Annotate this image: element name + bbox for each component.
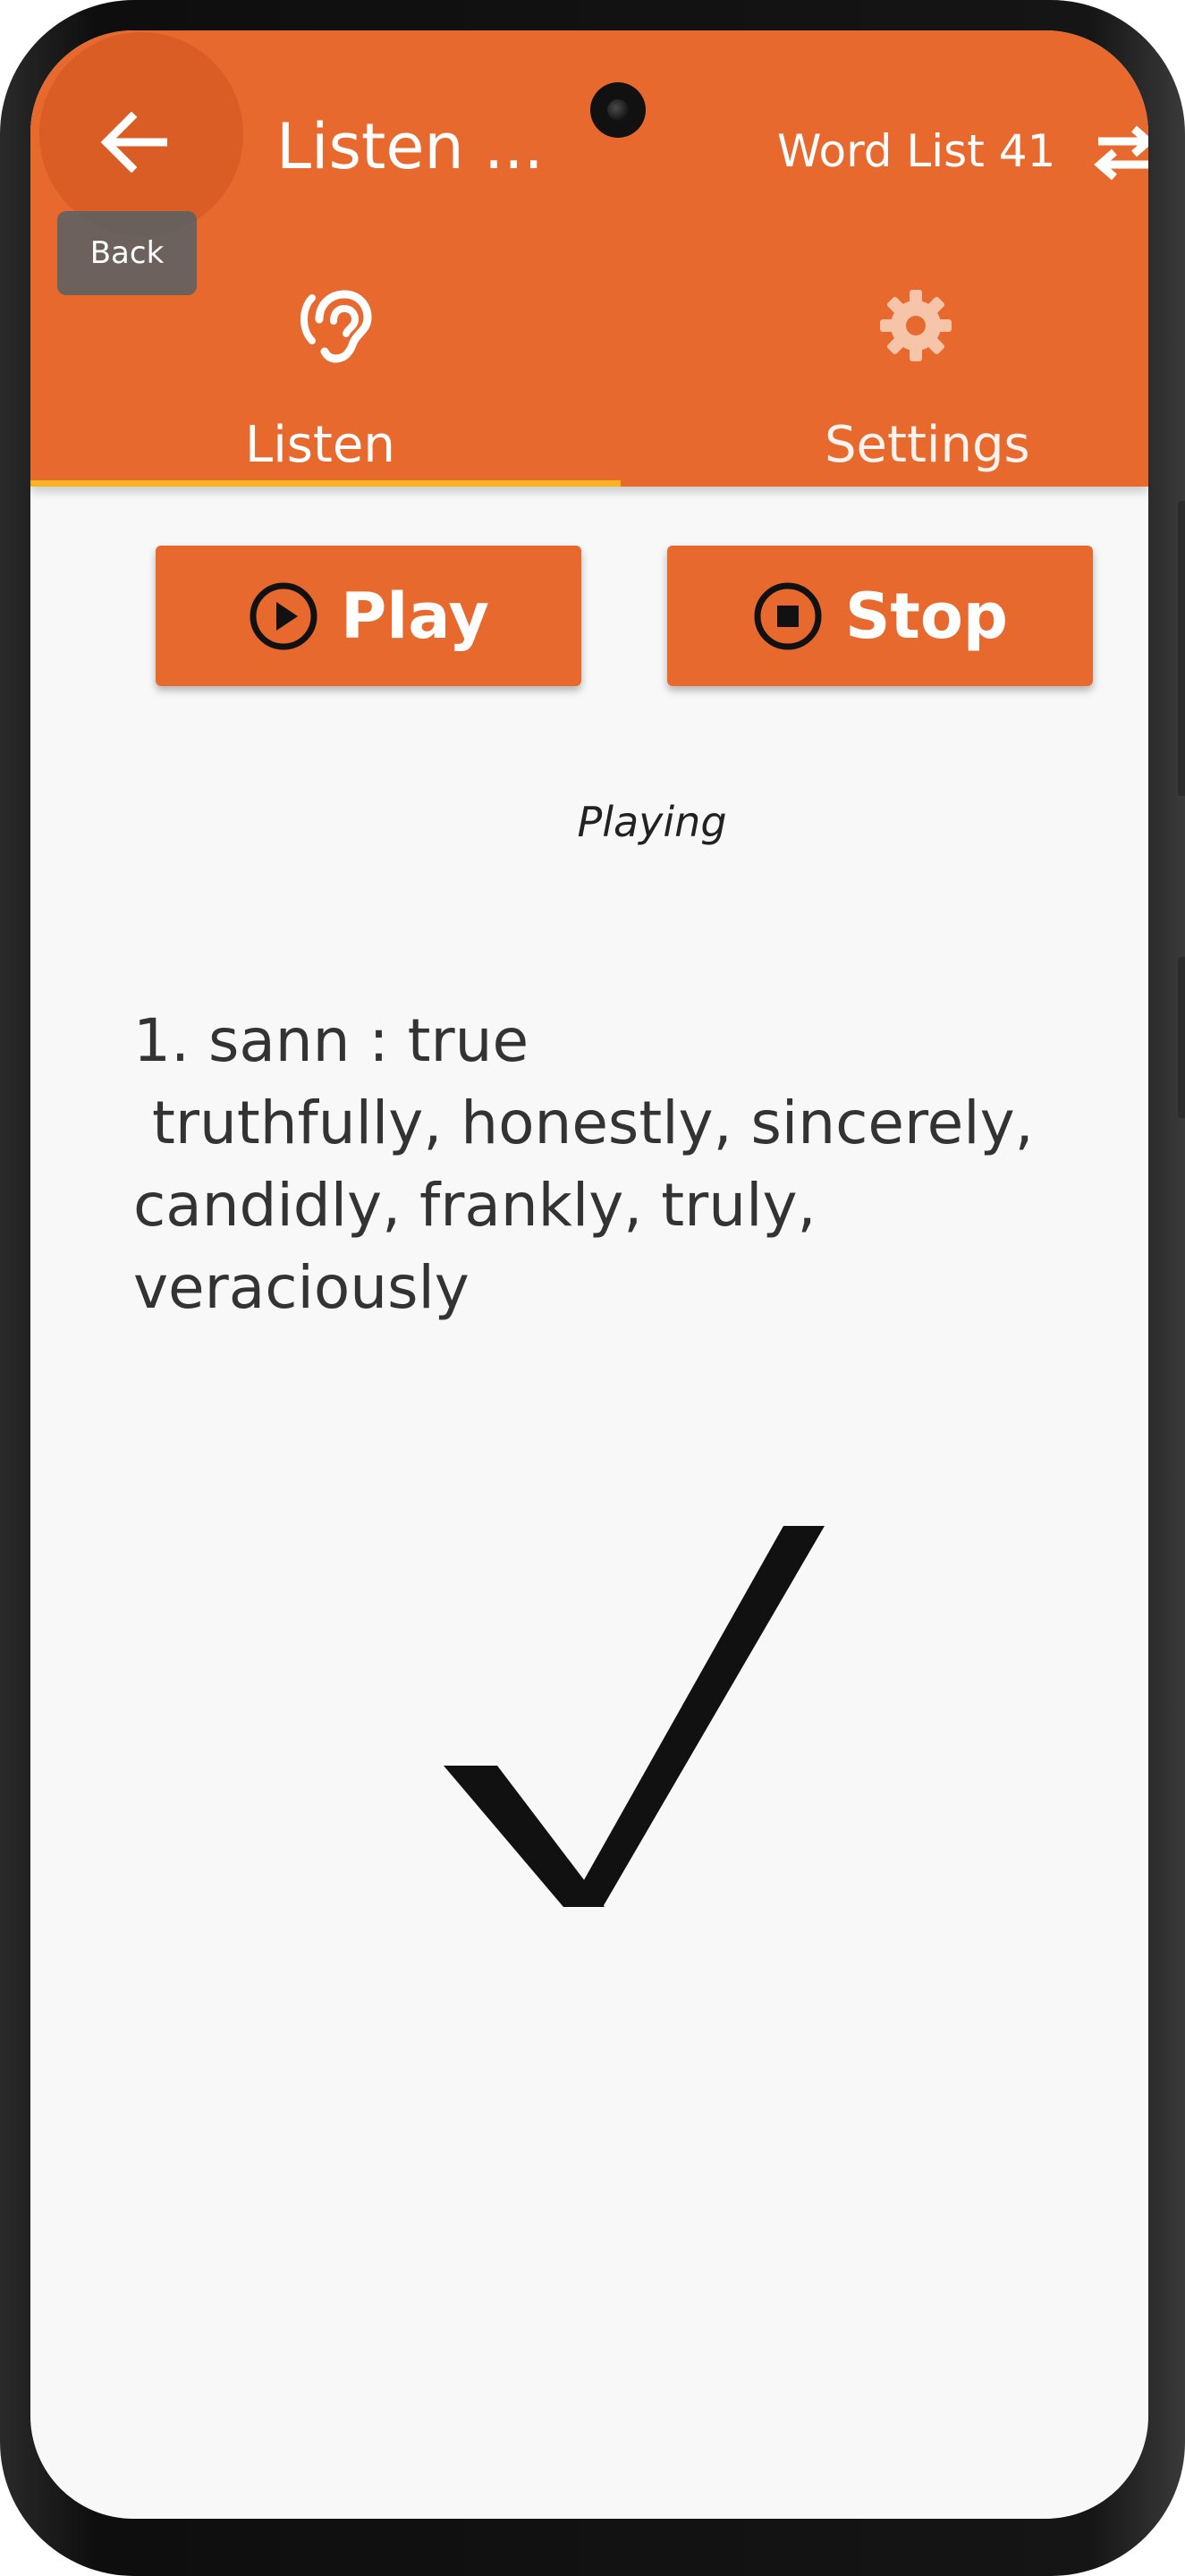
arrow-left-icon bbox=[100, 112, 167, 173]
swap-button[interactable] bbox=[1093, 113, 1148, 193]
stop-circle-icon bbox=[754, 582, 822, 649]
word-list-name: Word List 41 bbox=[777, 125, 1056, 177]
tab-listen-label: Listen bbox=[245, 416, 395, 474]
word-definition: 1. sann : true truthfully, honestly, sin… bbox=[133, 1006, 1034, 1322]
back-button[interactable] bbox=[84, 93, 182, 191]
playback-status: Playing bbox=[577, 798, 727, 846]
tab-settings[interactable]: Settings bbox=[621, 236, 1148, 487]
play-circle-icon bbox=[250, 582, 317, 649]
side-button bbox=[1178, 501, 1185, 796]
app-bar: Back Listen ... Word List 41 Listen Sett… bbox=[30, 30, 1148, 487]
play-button-label: Play bbox=[340, 579, 489, 653]
back-tooltip: Back bbox=[57, 211, 197, 295]
front-camera bbox=[590, 82, 646, 138]
screen: Back Listen ... Word List 41 Listen Sett… bbox=[30, 30, 1148, 2519]
play-button[interactable]: Play bbox=[156, 546, 581, 686]
side-button bbox=[1178, 957, 1185, 1118]
stop-button-label: Stop bbox=[844, 579, 1009, 653]
page-title: Listen ... bbox=[276, 110, 544, 183]
selected-tab-indicator bbox=[30, 480, 621, 487]
ear-icon bbox=[290, 281, 379, 370]
checkmark-icon bbox=[444, 1526, 825, 1907]
gear-icon bbox=[871, 281, 961, 370]
swap-arrows-icon bbox=[1094, 125, 1148, 181]
phone-frame: Back Listen ... Word List 41 Listen Sett… bbox=[0, 0, 1185, 2576]
stop-button[interactable]: Stop bbox=[667, 546, 1093, 686]
tab-settings-label: Settings bbox=[825, 416, 1030, 474]
